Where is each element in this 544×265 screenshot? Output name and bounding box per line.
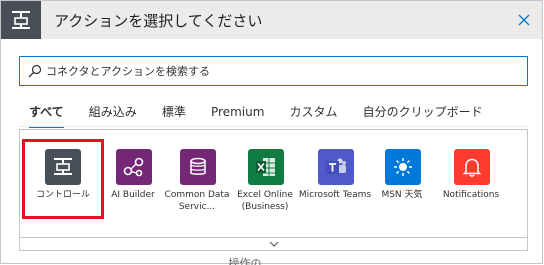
connector-control[interactable]: コントロール [22,139,104,219]
database-icon [180,149,216,185]
search-box[interactable] [19,56,528,86]
tab-all[interactable]: すべて [29,103,64,128]
ai-builder-icon [116,149,152,185]
panel-title: アクションを選択してください [54,12,263,30]
action-picker-panel: アクションを選択してください すべて 組み込み 標準 Premium カスタム … [0,0,543,265]
bell-icon [454,149,490,185]
connector-common-data-service[interactable]: Common Data Servic... [160,130,234,234]
tab-standard[interactable]: 標準 [162,103,186,124]
connector-excel-online[interactable]: Excel Online (Business) [228,130,302,234]
sun-icon [385,149,421,185]
connector-grid: コントロール AI Builder Common Data Servic... … [19,129,528,237]
control-icon [45,149,81,185]
teams-icon [318,149,354,185]
category-tabs: すべて 組み込み 標準 Premium カスタム 自分のクリップボード [29,101,503,128]
connector-label: Common Data Servic... [164,190,230,212]
search-input[interactable] [46,60,516,82]
tab-built-in[interactable]: 組み込み [89,103,137,124]
excel-icon [248,149,284,185]
search-icon [28,64,42,78]
chevron-down-icon [269,241,279,247]
connector-label: コントロール [35,190,90,200]
connector-label: Notifications [442,190,500,200]
connector-microsoft-teams[interactable]: Microsoft Teams [298,130,372,234]
connector-label: Excel Online (Business) [237,190,293,212]
panel-header: アクションを選択してください [1,1,542,39]
tab-premium[interactable]: Premium [211,105,264,123]
connector-notifications[interactable]: Notifications [434,130,508,234]
connector-label: MSN 天気 [381,190,423,200]
tab-divider [19,126,528,127]
expand-connectors-button[interactable] [19,237,528,251]
control-icon [1,1,41,39]
connector-label: Microsoft Teams [298,190,372,200]
connector-msn-weather[interactable]: MSN 天気 [365,130,439,234]
connector-label: AI Builder [111,190,155,200]
connector-ai-builder[interactable]: AI Builder [96,130,170,234]
tab-custom[interactable]: カスタム [290,103,338,124]
tab-my-clipboard[interactable]: 自分のクリップボード [363,103,483,124]
close-icon[interactable] [514,10,534,30]
